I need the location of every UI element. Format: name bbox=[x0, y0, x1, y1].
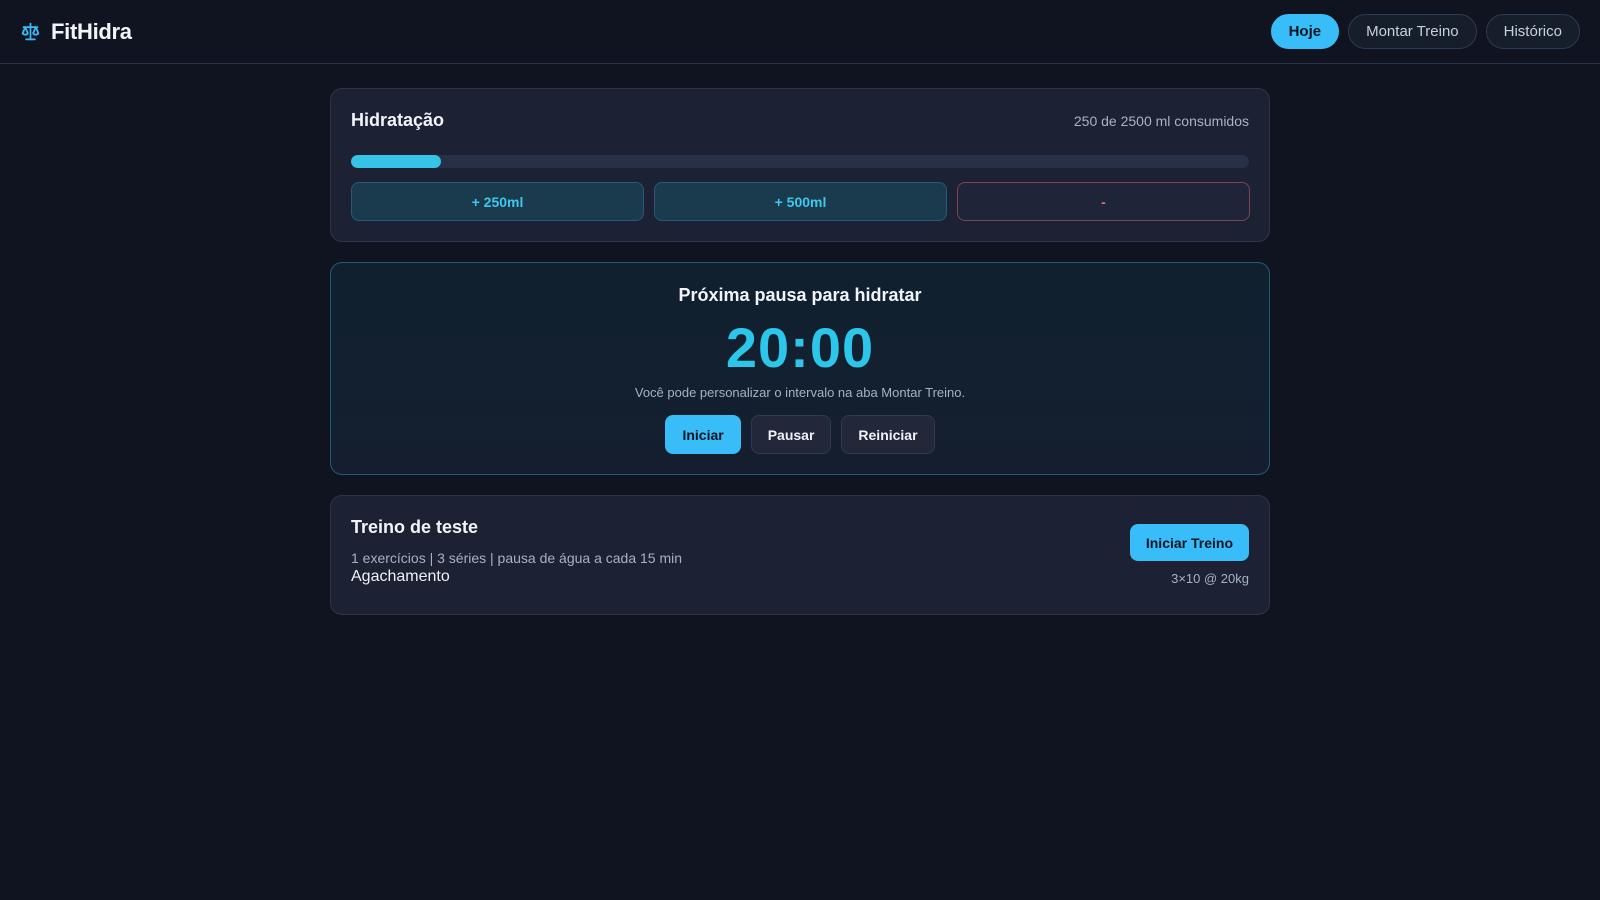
add-500ml-button[interactable]: + 500ml bbox=[654, 182, 947, 221]
timer-countdown: 20:00 bbox=[725, 316, 875, 379]
workout-summary: 1 exercícios | 3 séries | pausa de água … bbox=[351, 550, 683, 566]
workout-card: Treino de teste 1 exercícios | 3 séries … bbox=[330, 495, 1270, 615]
hydration-progress-bar bbox=[351, 155, 1249, 168]
brand: FitHidra bbox=[20, 19, 132, 45]
timer-start-button[interactable]: Iniciar bbox=[665, 415, 741, 454]
tab-historico[interactable]: Histórico bbox=[1485, 14, 1580, 49]
hydration-timer-card: Próxima pausa para hidratar 20:00 Você p… bbox=[330, 262, 1270, 475]
workout-title: Treino de teste bbox=[351, 517, 479, 537]
add-250ml-button[interactable]: + 250ml bbox=[351, 182, 644, 221]
hydration-actions: + 250ml + 500ml - bbox=[351, 182, 1250, 221]
app-title: FitHidra bbox=[51, 18, 132, 44]
hydration-status: 250 de 2500 ml consumidos bbox=[1073, 113, 1249, 129]
exercise-detail: 3×10 @ 20kg bbox=[1171, 571, 1249, 586]
remove-water-button[interactable]: - bbox=[957, 182, 1250, 221]
hydration-card: Hidratação 250 de 2500 ml consumidos + 2… bbox=[330, 88, 1270, 242]
tab-hoje[interactable]: Hoje bbox=[1270, 14, 1340, 49]
hydration-title: Hidratação bbox=[351, 110, 445, 130]
exercise-name: Agachamento bbox=[351, 568, 450, 585]
timer-title: Próxima pausa para hidratar bbox=[678, 285, 922, 305]
start-workout-button[interactable]: Iniciar Treino bbox=[1129, 524, 1249, 561]
top-bar: FitHidra Hoje Montar Treino Histórico bbox=[0, 0, 1600, 64]
timer-pause-button[interactable]: Pausar bbox=[750, 415, 832, 454]
timer-hint: Você pode personalizar o intervalo na ab… bbox=[634, 385, 966, 400]
hydration-progress-fill bbox=[351, 155, 441, 168]
main-nav: Hoje Montar Treino Histórico bbox=[1270, 14, 1580, 49]
scale-icon bbox=[20, 21, 41, 42]
timer-reset-button[interactable]: Reiniciar bbox=[841, 415, 935, 454]
tab-montar-treino[interactable]: Montar Treino bbox=[1348, 14, 1477, 49]
timer-controls: Iniciar Pausar Reiniciar bbox=[331, 415, 1269, 454]
